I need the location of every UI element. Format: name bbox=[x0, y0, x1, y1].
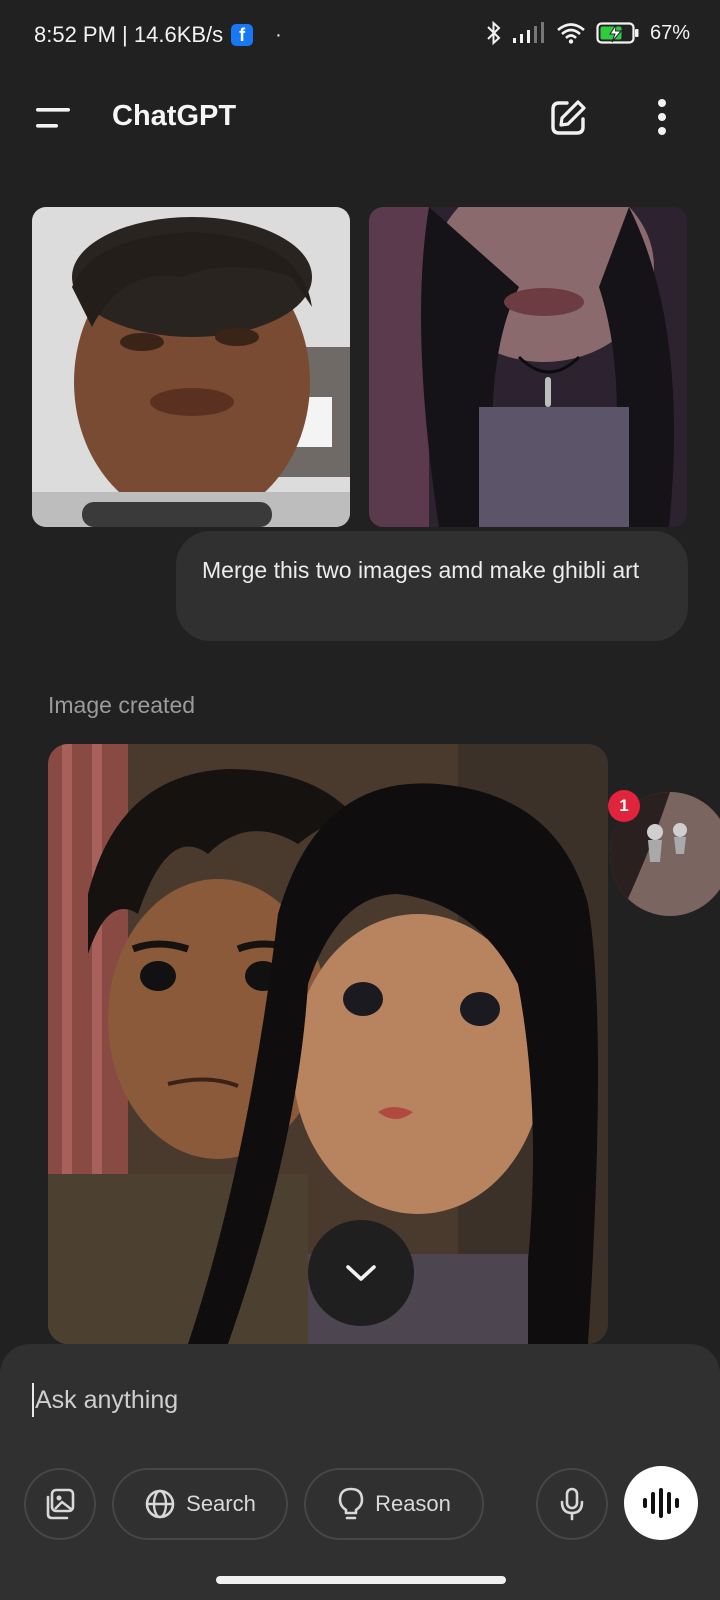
menu-icon bbox=[36, 108, 70, 128]
bluetooth-icon bbox=[487, 20, 501, 46]
microphone-icon bbox=[560, 1487, 584, 1521]
new-chat-button[interactable] bbox=[548, 98, 588, 138]
user-message-text: Merge this two images amd make ghibli ar… bbox=[202, 557, 640, 583]
battery-icon bbox=[596, 22, 639, 44]
status-right: 67% bbox=[486, 20, 690, 46]
battery-percent: 67% bbox=[649, 21, 690, 44]
wifi-icon bbox=[557, 23, 585, 44]
image-gallery-icon bbox=[46, 1488, 75, 1520]
photo-girl-illustration bbox=[369, 207, 687, 527]
app-header: ChatGPT bbox=[0, 84, 720, 152]
more-vertical-icon bbox=[658, 99, 666, 135]
dictation-button[interactable] bbox=[536, 1468, 608, 1540]
globe-icon bbox=[145, 1489, 175, 1519]
chat-head-bubble[interactable]: 1 bbox=[608, 790, 720, 916]
chevron-down-icon bbox=[346, 1265, 376, 1281]
lightbulb-icon bbox=[338, 1487, 364, 1520]
edit-icon bbox=[551, 100, 586, 135]
status-dot: · bbox=[275, 23, 282, 46]
user-message-bubble: Merge this two images amd make ghibli ar… bbox=[176, 531, 688, 641]
search-button-label: Search bbox=[186, 1491, 256, 1516]
notification-badge: 1 bbox=[608, 790, 640, 822]
message-input[interactable]: Ask anything bbox=[32, 1378, 672, 1422]
voice-mode-button[interactable] bbox=[624, 1466, 698, 1540]
uploaded-photo-2[interactable] bbox=[369, 207, 687, 527]
attach-image-button[interactable] bbox=[24, 1468, 96, 1540]
status-bar: 8:52 PM | 14.6KB/s f · 67% bbox=[0, 0, 720, 72]
scroll-down-button[interactable] bbox=[308, 1220, 414, 1326]
facebook-icon: f bbox=[231, 24, 254, 46]
menu-button[interactable] bbox=[34, 102, 74, 134]
reason-button-label: Reason bbox=[375, 1491, 451, 1516]
voice-waveform-icon bbox=[643, 1488, 679, 1518]
search-button[interactable]: Search bbox=[112, 1468, 288, 1540]
more-options-button[interactable] bbox=[650, 98, 674, 138]
composer: Ask anything Search Reason bbox=[0, 1344, 720, 1600]
home-indicator[interactable] bbox=[216, 1576, 506, 1584]
uploaded-photo-1[interactable] bbox=[32, 207, 350, 527]
screen: 8:52 PM | 14.6KB/s f · 67% ChatGPT Merge… bbox=[0, 0, 720, 1600]
signal-icon bbox=[512, 22, 544, 43]
status-time-speed: 8:52 PM | 14.6KB/s bbox=[34, 22, 224, 47]
status-left: 8:52 PM | 14.6KB/s f · bbox=[34, 22, 282, 48]
text-caret bbox=[32, 1383, 34, 1417]
reason-button[interactable]: Reason bbox=[304, 1468, 484, 1540]
message-input-placeholder: Ask anything bbox=[35, 1385, 179, 1414]
image-created-label: Image created bbox=[48, 692, 196, 718]
photo-boy-illustration bbox=[32, 207, 350, 527]
page-title: ChatGPT bbox=[112, 100, 237, 132]
